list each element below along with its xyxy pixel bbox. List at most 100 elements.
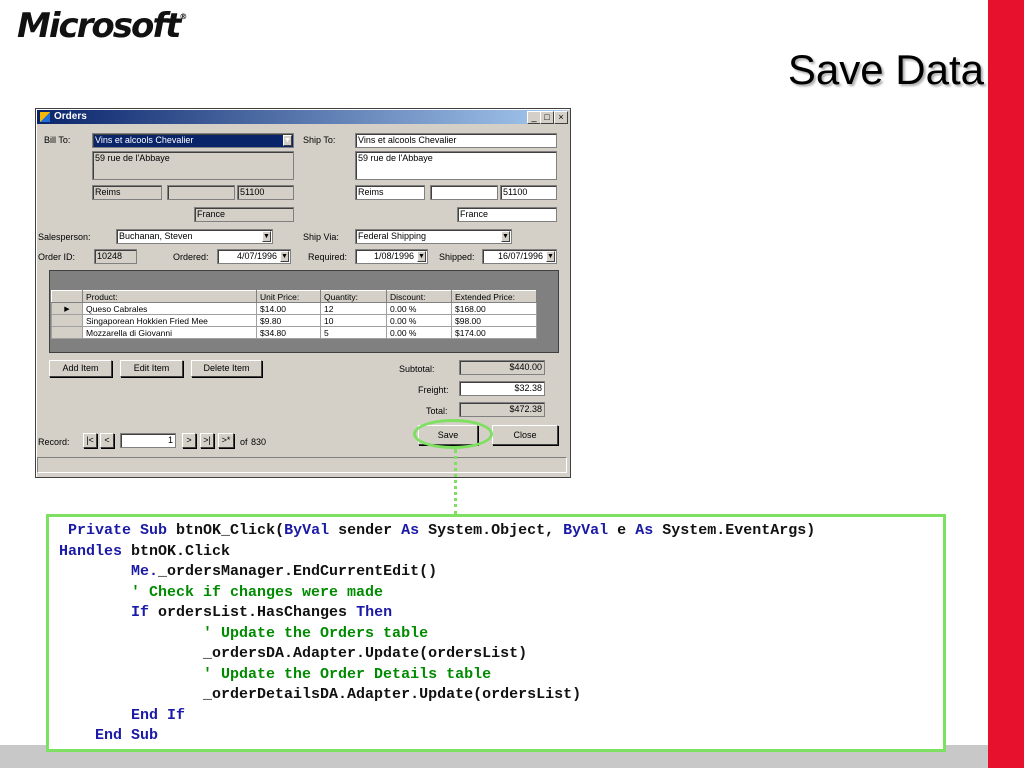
chevron-down-icon[interactable]: ▼	[501, 231, 510, 242]
code-line-10: End If	[131, 706, 186, 724]
column-header-discount[interactable]: Discount:	[386, 290, 452, 303]
close-button[interactable]: Close	[492, 425, 558, 445]
record-of-label: of	[240, 437, 248, 447]
orders-window: Orders _ □ × Bill To: Vins et alcools Ch…	[35, 108, 571, 478]
first-record-button[interactable]: |<	[83, 433, 97, 448]
chevron-down-icon[interactable]: ▼	[280, 251, 289, 262]
quantity-cell[interactable]: 10	[320, 314, 387, 327]
code-line-9: _orderDetailsDA.Adapter.Update(ordersLis…	[203, 686, 582, 703]
ship-to-country-field[interactable]: France	[457, 207, 557, 222]
chevron-down-icon[interactable]: ▼	[283, 135, 292, 146]
discount-cell[interactable]: 0.00 %	[386, 302, 452, 315]
code-line-5: If ordersList.HasChanges Then	[131, 604, 393, 621]
previous-record-button[interactable]: <	[100, 433, 114, 448]
order-id-label: Order ID:	[38, 252, 76, 262]
grid-caption-bar	[50, 271, 558, 287]
code-line-8: ' Update the Order Details table	[203, 665, 492, 683]
quantity-cell[interactable]: 12	[320, 302, 387, 315]
extended-price-cell[interactable]: $168.00	[451, 302, 537, 315]
extended-price-cell[interactable]: $174.00	[451, 326, 537, 339]
title-bar[interactable]: Orders _ □ ×	[37, 110, 568, 124]
bill-to-country-field[interactable]: France	[194, 207, 294, 222]
code-line-4: ' Check if changes were made	[131, 583, 384, 601]
column-header-unit-price[interactable]: Unit Price:	[256, 290, 321, 303]
last-record-button[interactable]: >|	[200, 433, 214, 448]
product-cell[interactable]: Mozzarella di Giovanni	[82, 326, 257, 339]
window-title: Orders	[54, 111, 87, 122]
unit-price-cell[interactable]: $9.80	[256, 314, 321, 327]
freight-field[interactable]: $32.38	[459, 381, 545, 396]
minimize-button[interactable]: _	[527, 111, 541, 124]
add-item-button[interactable]: Add Item	[49, 360, 112, 377]
microsoft-logo: Microsoft®	[17, 6, 188, 46]
code-line-7: _ordersDA.Adapter.Update(ordersList)	[203, 645, 528, 662]
order-id-field[interactable]: 10248	[94, 249, 137, 264]
new-record-button[interactable]: >*	[218, 433, 234, 448]
chevron-down-icon[interactable]: ▼	[417, 251, 426, 262]
bill-to-name-select[interactable]: Vins et alcools Chevalier ▼	[92, 133, 294, 148]
shipped-date-picker[interactable]: 16/07/1996 ▼	[482, 249, 557, 264]
status-bar	[37, 457, 567, 473]
code-line-1: Private Sub btnOK_Click(ByVal sender As …	[68, 522, 816, 539]
current-row-icon[interactable]: ▶	[51, 302, 83, 315]
ship-to-label: Ship To:	[303, 135, 336, 145]
code-line-11: End Sub	[95, 727, 159, 744]
table-header-row: Product: Unit Price: Quantity: Discount:…	[51, 290, 537, 303]
row-header-cell[interactable]	[51, 314, 83, 327]
ship-to-address-field[interactable]: 59 rue de l'Abbaye	[355, 151, 557, 180]
extended-price-cell[interactable]: $98.00	[451, 314, 537, 327]
bill-to-city-field[interactable]: Reims	[92, 185, 162, 200]
total-field[interactable]: $472.38	[459, 402, 545, 417]
ship-via-select[interactable]: Federal Shipping ▼	[355, 229, 512, 244]
row-header-cell	[51, 290, 83, 303]
column-header-product[interactable]: Product:	[82, 290, 257, 303]
save-highlight-oval	[413, 419, 493, 449]
table-row[interactable]: Singaporean Hokkien Fried Mee $9.80 10 0…	[51, 314, 537, 327]
slide-title: Save Data	[787, 46, 984, 93]
shipped-label: Shipped:	[439, 252, 475, 262]
ship-to-postal-field[interactable]: 51100	[500, 185, 557, 200]
subtotal-label: Subtotal:	[399, 364, 435, 374]
ship-via-label: Ship Via:	[303, 232, 339, 242]
ordered-label: Ordered:	[173, 252, 209, 262]
bill-to-postal-field[interactable]: 51100	[237, 185, 294, 200]
column-header-extended-price[interactable]: Extended Price:	[451, 290, 537, 303]
record-position-field[interactable]: 1	[120, 433, 176, 448]
bill-to-address-field[interactable]: 59 rue de l'Abbaye	[92, 151, 294, 180]
ordered-date-picker[interactable]: 4/07/1996 ▼	[217, 249, 291, 264]
delete-item-button[interactable]: Delete Item	[191, 360, 262, 377]
ship-to-region-field[interactable]	[430, 185, 498, 200]
accent-bar	[988, 0, 1024, 768]
window-app-icon	[40, 112, 50, 122]
next-record-button[interactable]: >	[182, 433, 196, 448]
quantity-cell[interactable]: 5	[320, 326, 387, 339]
ship-to-name-field[interactable]: Vins et alcools Chevalier	[355, 133, 557, 148]
discount-cell[interactable]: 0.00 %	[386, 314, 452, 327]
record-count: 830	[251, 437, 267, 447]
chevron-down-icon[interactable]: ▼	[262, 231, 271, 242]
record-label: Record:	[38, 437, 70, 447]
required-label: Required:	[308, 252, 348, 262]
unit-price-cell[interactable]: $34.80	[256, 326, 321, 339]
row-header-cell[interactable]	[51, 326, 83, 339]
required-date-picker[interactable]: 1/08/1996 ▼	[355, 249, 428, 264]
table-row[interactable]: Mozzarella di Giovanni $34.80 5 0.00 % $…	[51, 326, 537, 339]
code-line-6: ' Update the Orders table	[203, 624, 429, 642]
product-cell[interactable]: Singaporean Hokkien Fried Mee	[82, 314, 257, 327]
close-window-button[interactable]: ×	[554, 111, 568, 124]
chevron-down-icon[interactable]: ▼	[546, 251, 555, 262]
discount-cell[interactable]: 0.00 %	[386, 326, 452, 339]
maximize-button[interactable]: □	[540, 111, 554, 124]
table-row[interactable]: ▶ Queso Cabrales $14.00 12 0.00 % $168.0…	[51, 302, 537, 315]
ship-to-city-field[interactable]: Reims	[355, 185, 425, 200]
edit-item-button[interactable]: Edit Item	[120, 360, 183, 377]
salesperson-label: Salesperson:	[38, 232, 91, 242]
product-cell[interactable]: Queso Cabrales	[82, 302, 257, 315]
subtotal-field[interactable]: $440.00	[459, 360, 545, 375]
bill-to-region-field[interactable]	[167, 185, 235, 200]
salesperson-select[interactable]: Buchanan, Steven ▼	[116, 229, 273, 244]
unit-price-cell[interactable]: $14.00	[256, 302, 321, 315]
column-header-quantity[interactable]: Quantity:	[320, 290, 387, 303]
order-details-grid[interactable]: Product: Unit Price: Quantity: Discount:…	[49, 270, 559, 353]
total-label: Total:	[426, 406, 448, 416]
